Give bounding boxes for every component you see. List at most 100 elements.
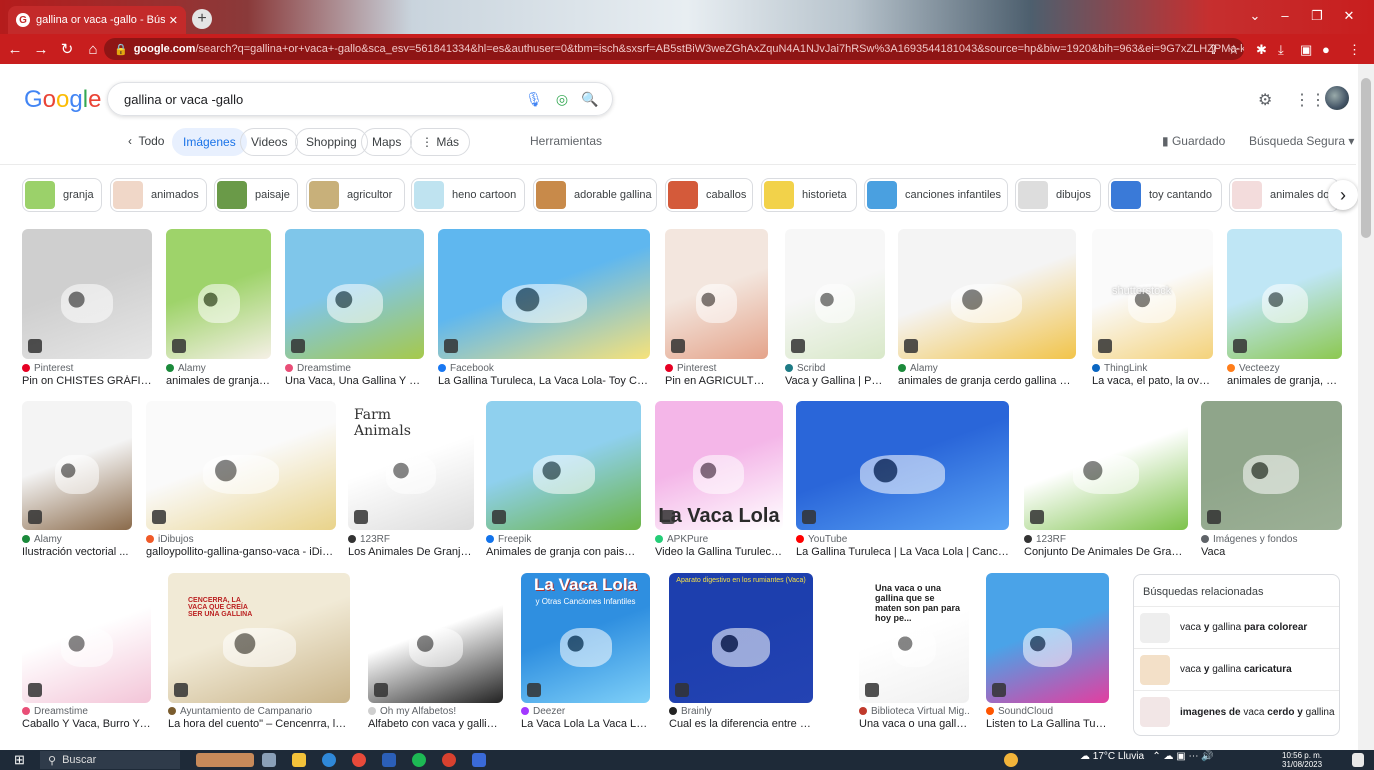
image-result[interactable]: Alamy animales de granja ... bbox=[166, 229, 271, 393]
result-caption[interactable]: animales de granja cerdo gallina de ... bbox=[898, 375, 1076, 387]
edge-icon[interactable] bbox=[322, 753, 336, 767]
related-item[interactable]: vaca y gallina para colorear bbox=[1134, 607, 1339, 649]
result-thumbnail[interactable] bbox=[898, 229, 1076, 359]
search-icon[interactable]: 🔍 bbox=[576, 91, 604, 108]
forward-icon[interactable]: → bbox=[30, 41, 52, 58]
result-thumbnail[interactable] bbox=[438, 229, 650, 359]
image-result[interactable]: Facebook La Gallina Turuleca, La Vaca Lol… bbox=[438, 229, 650, 393]
windows-start-icon[interactable]: ⊞ bbox=[14, 752, 25, 768]
result-caption[interactable]: Listen to La Gallina Turulec... bbox=[986, 718, 1109, 730]
address-bar[interactable]: 🔒 google.com/search?q=gallina+or+vaca+-g… bbox=[104, 38, 1244, 60]
taskbar-clock[interactable]: 10:56 p. m. 31/08/2023 bbox=[1282, 751, 1322, 769]
taskbar-widget-icon[interactable] bbox=[196, 753, 254, 767]
result-source[interactable]: Ayuntamiento de Campanario bbox=[168, 706, 350, 717]
word-icon[interactable] bbox=[382, 753, 396, 767]
extensions-icon[interactable]: ✱ bbox=[1256, 42, 1267, 58]
tab-shopping[interactable]: Shopping bbox=[295, 128, 368, 156]
result-source[interactable]: Pinterest bbox=[22, 363, 152, 374]
result-thumbnail[interactable]: Una vaca o una gallina que se maten son … bbox=[859, 573, 969, 703]
image-result[interactable]: shutterstock ThingLink La vaca, el pato, l… bbox=[1092, 229, 1213, 393]
image-result[interactable]: Aparato digestivo en los rumiantes (Vaca… bbox=[669, 573, 813, 736]
related-item[interactable]: vaca y gallina caricatura bbox=[1134, 649, 1339, 691]
result-thumbnail[interactable]: CENCERRA, LA VACA QUE CREÍA SER UNA GALL… bbox=[168, 573, 350, 703]
result-thumbnail[interactable] bbox=[22, 573, 151, 703]
chip-historieta[interactable]: historieta bbox=[761, 178, 857, 212]
result-thumbnail[interactable] bbox=[785, 229, 885, 359]
close-window-button[interactable]: ✕ bbox=[1334, 8, 1364, 24]
result-caption[interactable]: Alfabeto con vaca y gallina... bbox=[368, 718, 503, 730]
taskbar-search[interactable]: ⚲ Buscar bbox=[40, 751, 180, 769]
chip-toy-cantando[interactable]: toy cantando bbox=[1108, 178, 1222, 212]
result-thumbnail[interactable] bbox=[22, 229, 152, 359]
image-result[interactable]: Imágenes y fondos Vaca bbox=[1201, 401, 1342, 564]
lens-icon[interactable]: ◎ bbox=[548, 91, 576, 108]
result-caption[interactable]: La Vaca Lola La Vaca Lola ... bbox=[521, 718, 650, 730]
chip-agricultor[interactable]: agricultor bbox=[306, 178, 405, 212]
saved-button[interactable]: ▮ Guardado bbox=[1162, 134, 1225, 148]
spotify-icon[interactable] bbox=[412, 753, 426, 767]
result-source[interactable]: Brainly bbox=[669, 706, 813, 717]
result-source[interactable]: SoundCloud bbox=[986, 706, 1109, 717]
restore-button[interactable]: ❐ bbox=[1302, 8, 1332, 24]
result-caption[interactable]: Video la Gallina Turuleca ... bbox=[655, 546, 783, 558]
result-source[interactable]: Vecteezy bbox=[1227, 363, 1342, 374]
result-source[interactable]: 123RF bbox=[1024, 534, 1188, 545]
result-thumbnail[interactable] bbox=[486, 401, 641, 530]
tab-search-icon[interactable]: ⌄ bbox=[1240, 8, 1270, 24]
search-input[interactable]: gallina or vaca -gallo bbox=[124, 92, 520, 107]
result-thumbnail[interactable]: shutterstock bbox=[1092, 229, 1213, 359]
result-thumbnail[interactable] bbox=[1227, 229, 1342, 359]
result-thumbnail[interactable]: Aparato digestivo en los rumiantes (Vaca… bbox=[669, 573, 813, 703]
reload-icon[interactable]: ↻ bbox=[56, 40, 78, 58]
chip-heno-cartoon[interactable]: heno cartoon bbox=[411, 178, 525, 212]
page-scrollbar[interactable] bbox=[1358, 64, 1374, 750]
chip-granja[interactable]: granja bbox=[22, 178, 102, 212]
result-source[interactable]: Dreamstime bbox=[285, 363, 424, 374]
tab-more[interactable]: ⋮ Más bbox=[410, 128, 471, 156]
result-source[interactable]: Alamy bbox=[166, 363, 271, 374]
new-tab-button[interactable]: + bbox=[192, 9, 212, 29]
result-caption[interactable]: Caballo Y Vaca, Burro Y O... bbox=[22, 718, 151, 730]
result-caption[interactable]: Los Animales De Granja,... bbox=[348, 546, 474, 558]
result-caption[interactable]: Ilustración vectorial ... bbox=[22, 546, 132, 558]
task-view-icon[interactable] bbox=[262, 753, 276, 767]
tray-app-icon[interactable] bbox=[1004, 753, 1018, 767]
chip-dibujos[interactable]: dibujos bbox=[1015, 178, 1101, 212]
result-thumbnail[interactable]: Farm Animals bbox=[348, 401, 474, 530]
result-caption[interactable]: La Gallina Turuleca, La Vaca Lola- Toy C… bbox=[438, 375, 650, 387]
tab-images[interactable]: Imágenes bbox=[172, 128, 247, 156]
result-source[interactable]: Biblioteca Virtual Mig... bbox=[859, 706, 969, 717]
google-logo[interactable]: Google bbox=[24, 86, 101, 114]
menu-dots-icon[interactable]: ⋮ bbox=[1348, 42, 1361, 58]
tab-videos[interactable]: Videos bbox=[240, 128, 299, 156]
chrome-icon[interactable] bbox=[352, 753, 366, 767]
result-thumbnail[interactable]: La Vaca Lola bbox=[655, 401, 783, 530]
result-source[interactable]: Imágenes y fondos bbox=[1201, 534, 1342, 545]
image-result[interactable]: Alamy Ilustración vectorial ... bbox=[22, 401, 132, 564]
result-caption[interactable]: Vaca bbox=[1201, 546, 1342, 558]
image-result[interactable]: Dreamstime Una Vaca, Una Gallina Y Un ... bbox=[285, 229, 424, 393]
tab-maps[interactable]: Maps bbox=[361, 128, 413, 156]
file-explorer-icon[interactable] bbox=[292, 753, 306, 767]
notifications-icon[interactable] bbox=[1352, 753, 1364, 767]
download-icon[interactable]: ⤓ bbox=[1278, 42, 1284, 58]
chip-canciones-infantiles[interactable]: canciones infantiles bbox=[864, 178, 1008, 212]
scrollbar-thumb[interactable] bbox=[1361, 78, 1371, 238]
app-icon[interactable] bbox=[472, 753, 486, 767]
image-result[interactable]: 123RF Conjunto De Animales De Granja ... bbox=[1024, 401, 1188, 564]
back-all-link[interactable]: ‹ Todo bbox=[128, 134, 164, 148]
image-result[interactable]: La Vaca Lola y Otras Canciones Infantiles… bbox=[521, 573, 650, 736]
result-thumbnail[interactable] bbox=[1201, 401, 1342, 530]
chrome-profile-icon[interactable] bbox=[442, 753, 456, 767]
microphone-icon[interactable]: 🎙 bbox=[520, 91, 548, 108]
image-result[interactable]: YouTube La Gallina Turuleca | La Vaca Lol… bbox=[796, 401, 1009, 564]
image-result[interactable]: CENCERRA, LA VACA QUE CREÍA SER UNA GALL… bbox=[168, 573, 350, 736]
result-thumbnail[interactable] bbox=[368, 573, 503, 703]
result-thumbnail[interactable]: La Vaca Lola y Otras Canciones Infantiles bbox=[521, 573, 650, 703]
related-item[interactable]: imagenes de vaca cerdo y gallina bbox=[1134, 691, 1339, 733]
result-source[interactable]: ThingLink bbox=[1092, 363, 1213, 374]
result-source[interactable]: iDibujos bbox=[146, 534, 336, 545]
result-caption[interactable]: La vaca, el pato, la ovej... bbox=[1092, 375, 1213, 387]
minimize-button[interactable]: – bbox=[1270, 8, 1300, 23]
chip-animales-dom[interactable]: animales dom bbox=[1229, 178, 1339, 212]
